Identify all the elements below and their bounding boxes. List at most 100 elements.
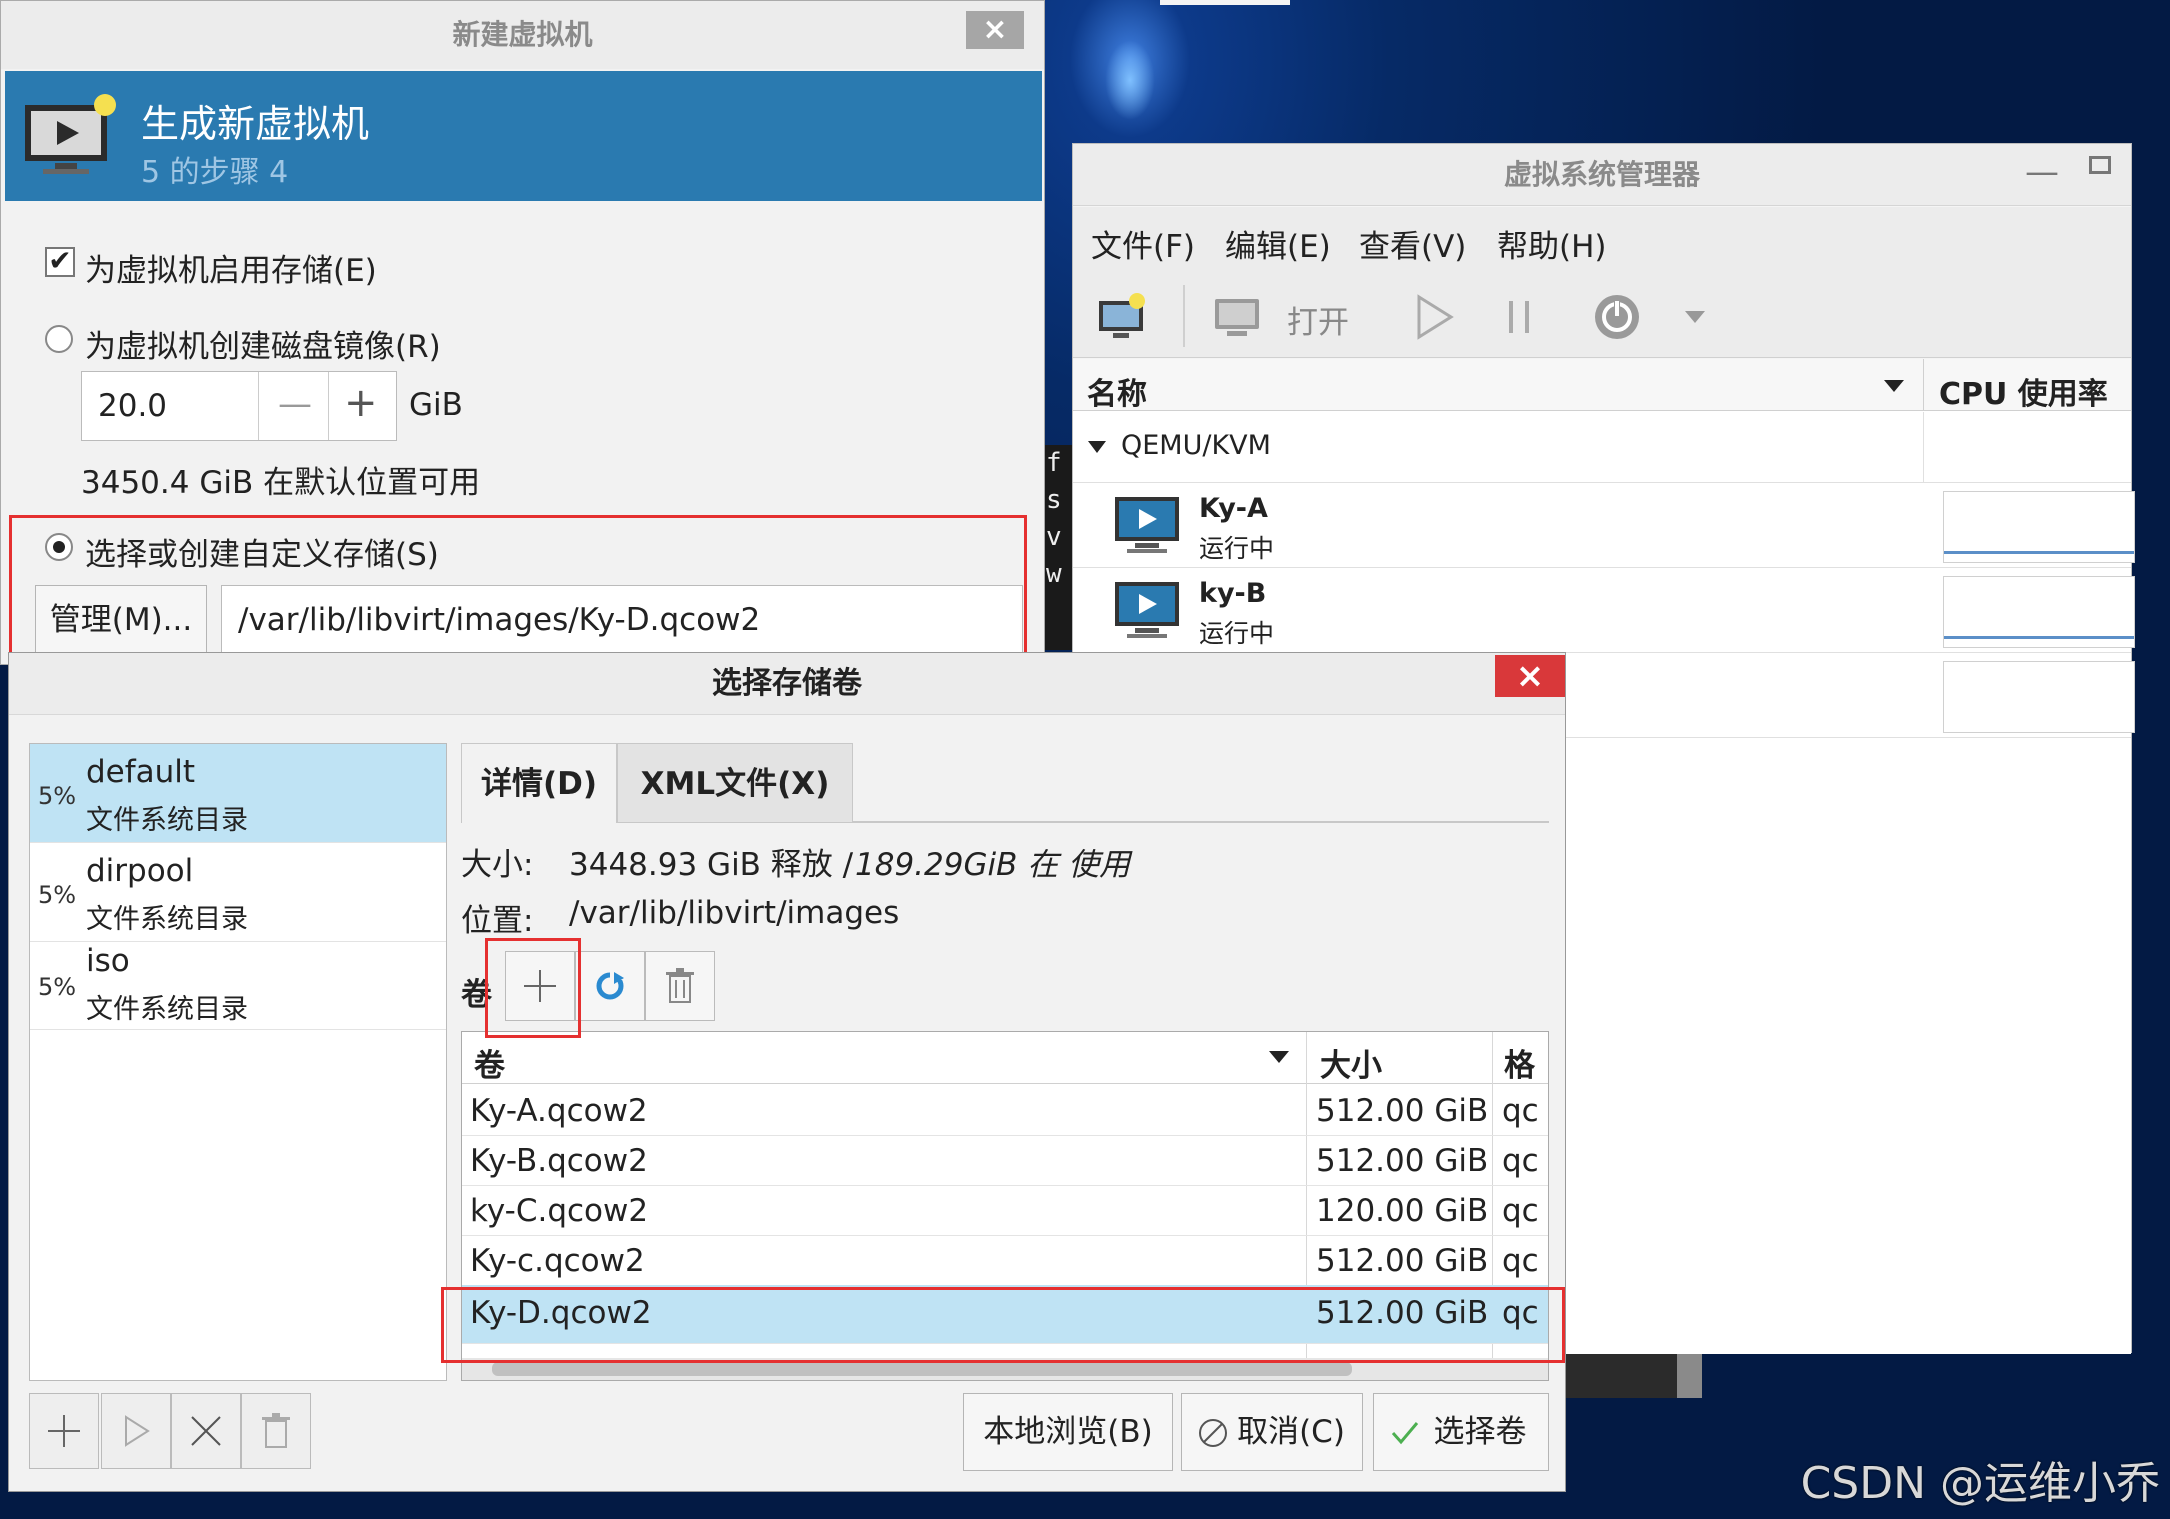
tab-details[interactable]: 详情(D) — [461, 743, 617, 823]
vm-row[interactable]: Ky-A 运行中 — [1073, 483, 2135, 568]
refresh-volumes-button[interactable] — [575, 951, 645, 1021]
enable-storage-checkbox[interactable]: ✔ — [45, 247, 75, 277]
pool-name: iso — [86, 943, 130, 979]
cpu-usage-line — [1944, 551, 2134, 554]
column-size[interactable]: 大小 — [1320, 1040, 1382, 1085]
menu-file[interactable]: 文件(F) — [1091, 221, 1195, 266]
expander-open-icon[interactable] — [1087, 440, 1107, 454]
size-used: 189.29GiB 在 使用 — [855, 847, 1131, 883]
pool-item-dirpool[interactable]: 5% dirpool 文件系统目录 — [30, 843, 446, 942]
spinner-divider — [258, 372, 259, 440]
desktop-glow — [1105, 40, 1155, 120]
sort-down-icon[interactable] — [1883, 379, 1905, 393]
cpu-usage-graph — [1943, 661, 2135, 733]
wizard-banner: 生成新虚拟机 5 的步骤 4 — [5, 71, 1042, 201]
new-vm-button[interactable] — [1097, 291, 1149, 343]
volume-format: qc — [1502, 1093, 1539, 1129]
minimize-button[interactable]: — — [2025, 152, 2059, 192]
stop-pool-button[interactable] — [171, 1393, 241, 1469]
trash-icon — [666, 968, 694, 1003]
group-name: QEMU/KVM — [1121, 430, 1271, 461]
tab-xml[interactable]: XML文件(X) — [617, 743, 853, 823]
menu-help[interactable]: 帮助(H) — [1497, 221, 1607, 266]
volume-name: ky-C.qcow2 — [470, 1193, 649, 1229]
close-button[interactable]: × — [1495, 655, 1565, 697]
disk-size-value[interactable]: 20.0 — [98, 388, 167, 424]
refresh-icon — [596, 970, 624, 1000]
column-name[interactable]: 名称 — [1087, 369, 1147, 413]
choose-volume-button[interactable]: 选择卷 — [1373, 1393, 1549, 1471]
stop-x-icon — [191, 1416, 221, 1446]
pool-usage: 5% — [38, 782, 77, 810]
browse-local-button[interactable]: 本地浏览(B) — [963, 1393, 1173, 1471]
dialog-title: 选择存储卷 — [9, 653, 1565, 715]
vm-status: 运行中 — [1199, 534, 1275, 563]
choose-volume-label: 选择卷 — [1433, 1414, 1527, 1450]
spinner-divider — [328, 372, 329, 440]
highlight-annotation — [441, 1287, 1565, 1363]
scrollbar-thumb[interactable] — [492, 1362, 1352, 1376]
pool-type: 文件系统目录 — [86, 994, 248, 1025]
create-disk-radio[interactable] — [45, 325, 73, 353]
vm-status: 运行中 — [1199, 619, 1275, 648]
create-disk-label[interactable]: 为虚拟机创建磁盘镜像(R) — [85, 321, 441, 366]
vm-group-row[interactable]: QEMU/KVM — [1073, 412, 2131, 483]
volume-row[interactable]: Ky-c.qcow2 512.00 GiB qc — [462, 1235, 1548, 1286]
shutdown-button[interactable] — [1591, 291, 1643, 343]
disk-size-spinner[interactable]: 20.0 — + — [81, 371, 397, 441]
pool-name: dirpool — [86, 853, 194, 889]
vm-row[interactable]: ky-B 运行中 — [1073, 568, 2135, 653]
close-button[interactable]: × — [966, 11, 1024, 49]
vm-name: Ky-A — [1199, 493, 1268, 524]
volume-table-header: 卷 大小 格 — [462, 1032, 1548, 1084]
cpu-usage-line — [1944, 636, 2134, 639]
top-panel-segment — [1160, 0, 1290, 5]
highlight-annotation — [9, 515, 1027, 667]
available-space: 3450.4 GiB 在默认位置可用 — [81, 465, 481, 501]
pool-usage: 5% — [38, 881, 77, 909]
delete-volume-button[interactable] — [645, 951, 715, 1021]
pause-button[interactable] — [1503, 295, 1539, 339]
column-format[interactable]: 格 — [1504, 1040, 1535, 1085]
menu-view[interactable]: 查看(V) — [1359, 221, 1466, 266]
pool-type: 文件系统目录 — [86, 904, 248, 935]
volume-row[interactable]: ky-C.qcow2 120.00 GiB qc — [462, 1185, 1548, 1236]
column-volume[interactable]: 卷 — [474, 1040, 505, 1085]
run-button[interactable] — [1413, 293, 1457, 341]
volume-row[interactable]: Ky-A.qcow2 512.00 GiB qc — [462, 1085, 1548, 1136]
maximize-button[interactable] — [2089, 156, 2111, 174]
enable-storage-label[interactable]: 为虚拟机启用存储(E) — [85, 245, 377, 290]
new-vm-icon — [1099, 293, 1145, 338]
location-value: /var/lib/libvirt/images — [569, 895, 900, 931]
trash-icon — [262, 1413, 290, 1448]
window-title: 新建虚拟机 — [1, 1, 1044, 69]
pool-item-iso[interactable]: 5% iso 文件系统目录 — [30, 939, 446, 1030]
vm-running-icon — [1115, 582, 1179, 638]
sort-down-icon[interactable] — [1268, 1050, 1290, 1064]
monitor-icon — [1215, 299, 1259, 336]
play-icon — [1417, 294, 1454, 340]
delete-pool-button[interactable] — [241, 1393, 311, 1469]
play-icon — [125, 1415, 150, 1447]
size-label: 大小: — [461, 847, 534, 883]
decrement-button[interactable]: — — [278, 384, 312, 424]
cancel-button[interactable]: 取消(C) — [1181, 1393, 1363, 1471]
volume-row[interactable]: Ky-B.qcow2 512.00 GiB qc — [462, 1135, 1548, 1186]
new-vm-icon — [25, 94, 116, 174]
start-pool-button[interactable] — [101, 1393, 171, 1469]
shutdown-dropdown[interactable] — [1683, 309, 1707, 329]
volume-format: qc — [1502, 1193, 1539, 1229]
toolbar-separator — [1183, 285, 1185, 347]
volume-name: Ky-B.qcow2 — [470, 1143, 648, 1179]
vm-running-icon — [1115, 497, 1179, 553]
add-pool-button[interactable] — [29, 1393, 99, 1469]
volume-format: qc — [1502, 1143, 1539, 1179]
tab-underline — [853, 821, 1549, 823]
column-cpu[interactable]: CPU 使用率 — [1939, 369, 2108, 413]
pool-item-default[interactable]: 5% default 文件系统目录 — [30, 744, 446, 843]
open-button[interactable]: 打开 — [1213, 289, 1363, 345]
pool-type: 文件系统目录 — [86, 805, 248, 836]
increment-button[interactable]: + — [344, 380, 378, 426]
open-label: 打开 — [1287, 305, 1349, 341]
menu-edit[interactable]: 编辑(E) — [1225, 221, 1331, 266]
